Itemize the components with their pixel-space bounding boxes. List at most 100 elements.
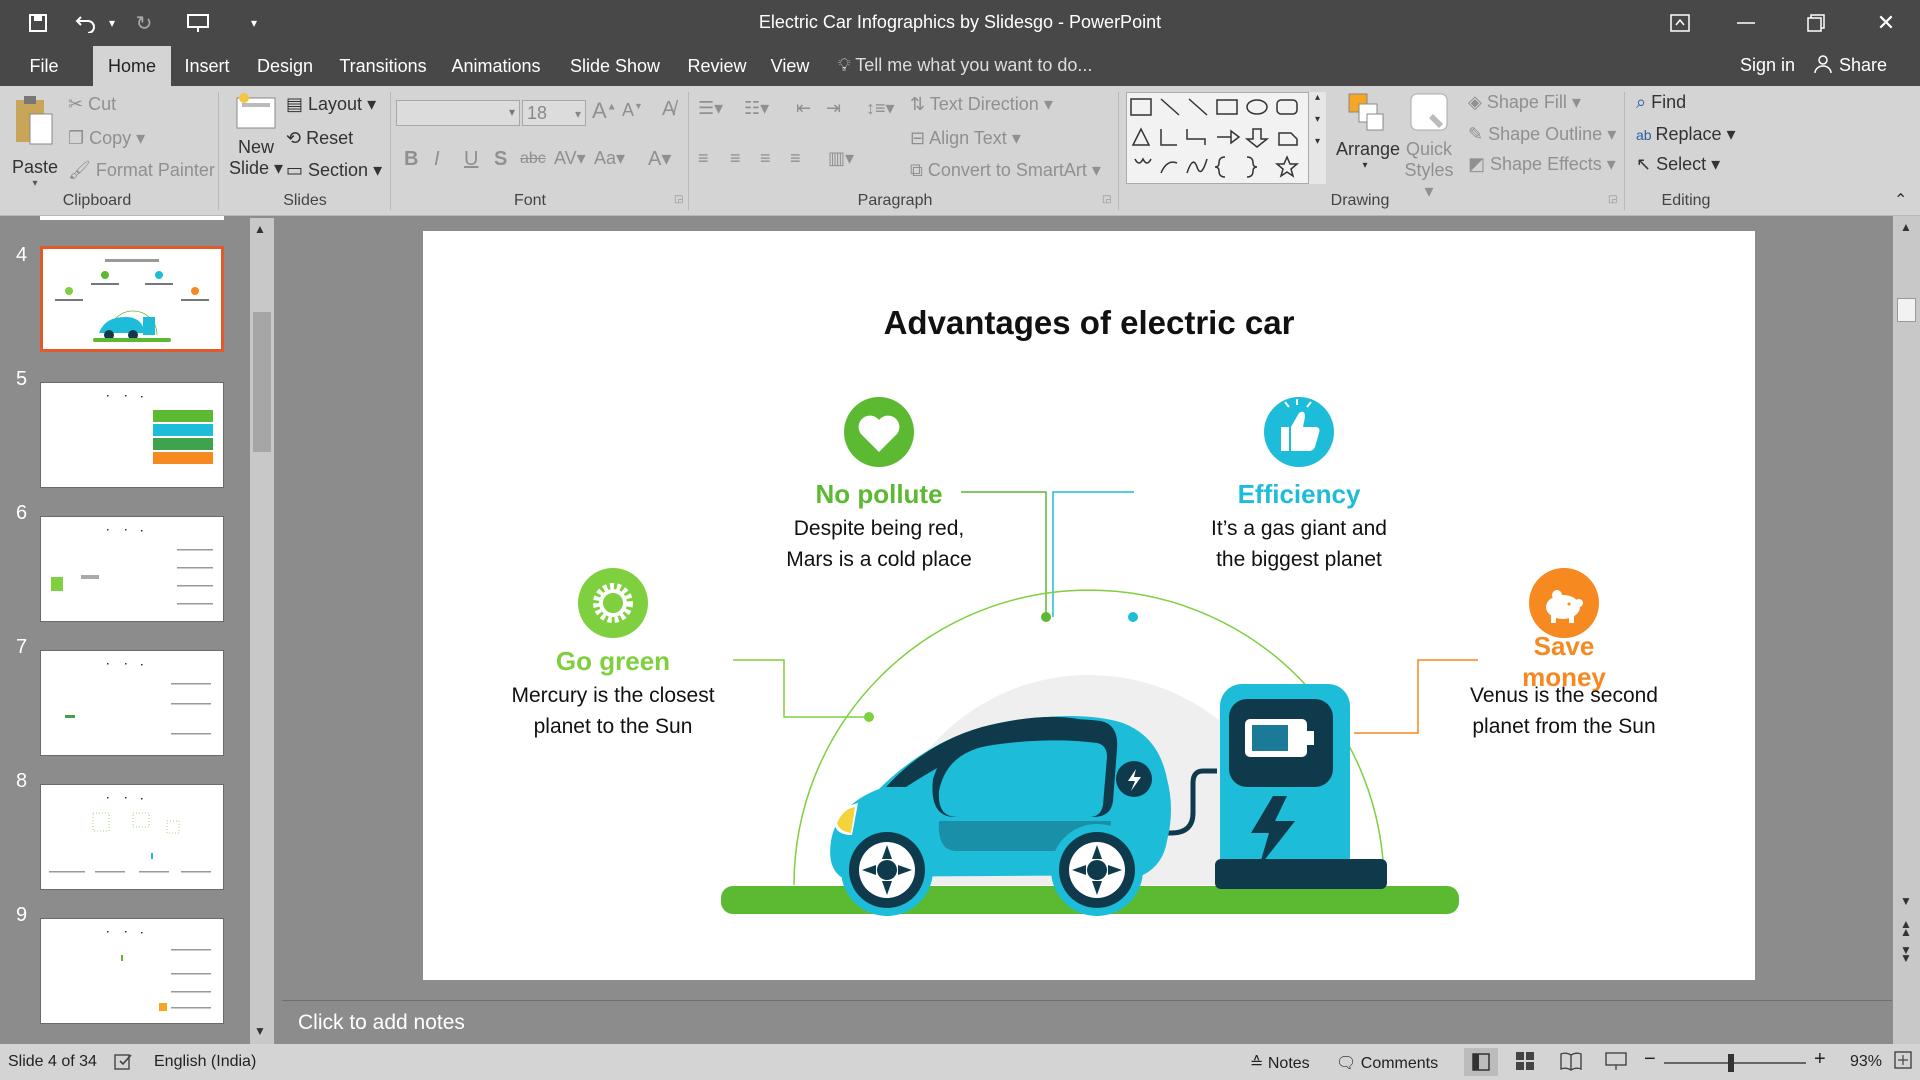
- underline-icon[interactable]: U: [464, 148, 478, 171]
- sign-in-link[interactable]: Sign in: [1740, 55, 1795, 76]
- item-heading[interactable]: Efficiency: [1109, 479, 1489, 510]
- align-right-icon[interactable]: ≡: [760, 148, 771, 169]
- scroll-up-icon[interactable]: ▲: [254, 222, 266, 236]
- collapse-ribbon-icon[interactable]: ⌃: [1894, 190, 1907, 210]
- align-center-icon[interactable]: ≡: [730, 148, 741, 169]
- section-button[interactable]: ▭ Section ▾: [286, 160, 382, 181]
- item-text[interactable]: Mercury is the closest: [423, 684, 803, 708]
- slide-thumbnail[interactable]: [40, 382, 224, 488]
- previous-slide-icon[interactable]: ▲ ▲: [1900, 918, 1912, 938]
- normal-view-button[interactable]: [1464, 1048, 1498, 1076]
- tab-insert[interactable]: Insert: [178, 46, 236, 86]
- select-button[interactable]: ↖ Select ▾: [1636, 154, 1720, 175]
- tab-home[interactable]: Home: [93, 46, 171, 86]
- item-text[interactable]: planet to the Sun: [423, 715, 803, 739]
- justify-icon[interactable]: ≡: [790, 148, 801, 169]
- clear-formatting-icon[interactable]: A̸: [662, 98, 675, 121]
- fit-slide-icon[interactable]: [1894, 1051, 1912, 1074]
- find-button[interactable]: ⌕ Find: [1636, 92, 1686, 113]
- item-text[interactable]: Mars is a cold place: [689, 548, 1069, 572]
- spelling-check-icon[interactable]: [114, 1053, 134, 1076]
- drawing-dialog-launcher-icon[interactable]: ◲: [1608, 194, 1617, 205]
- new-slide-button[interactable]: New Slide ▾: [228, 92, 284, 188]
- strikethrough-icon[interactable]: abc: [520, 150, 546, 168]
- reset-button[interactable]: ⟲ Reset: [286, 128, 353, 149]
- zoom-slider[interactable]: [1664, 1062, 1806, 1064]
- font-dialog-launcher-icon[interactable]: ◲: [674, 194, 683, 205]
- arrange-button[interactable]: Arrange ▾: [1336, 90, 1400, 190]
- grow-font-icon[interactable]: A▲: [592, 98, 617, 124]
- slide-thumbnail[interactable]: [40, 918, 224, 1024]
- slide-thumbnail[interactable]: [40, 784, 224, 890]
- restore-icon[interactable]: [1786, 0, 1846, 46]
- item-text[interactable]: Venus is the second: [1374, 684, 1754, 708]
- slide-thumbnail[interactable]: [40, 516, 224, 622]
- ribbon-display-icon[interactable]: [1650, 0, 1710, 46]
- scroll-up-icon[interactable]: ▲: [1900, 220, 1912, 234]
- notes-placeholder[interactable]: Click to add notes: [298, 1011, 465, 1035]
- slide-sorter-icon[interactable]: [1515, 1051, 1535, 1076]
- italic-icon[interactable]: I: [434, 148, 440, 171]
- format-painter-button[interactable]: 🖌︎ Format Painter: [68, 160, 215, 181]
- tab-slide-show[interactable]: Slide Show: [560, 46, 670, 86]
- notes-button[interactable]: ≙ Notes: [1250, 1053, 1310, 1073]
- line-spacing-icon[interactable]: ↕≡▾: [866, 98, 895, 119]
- tab-review[interactable]: Review: [684, 46, 750, 86]
- zoom-out-icon[interactable]: −: [1644, 1048, 1656, 1071]
- columns-icon[interactable]: ▥▾: [828, 148, 854, 169]
- tab-design[interactable]: Design: [250, 46, 320, 86]
- zoom-slider-thumb[interactable]: [1728, 1054, 1734, 1072]
- shapes-gallery-scroll[interactable]: ▴ ▾ ▾: [1308, 92, 1326, 184]
- share-button[interactable]: Share: [1814, 55, 1887, 76]
- align-left-icon[interactable]: ≡: [698, 148, 709, 169]
- item-text[interactable]: Despite being red,: [689, 517, 1069, 541]
- convert-smartart-button[interactable]: ⧉ Convert to SmartArt ▾: [910, 160, 1101, 181]
- shape-fill-button[interactable]: ◈ Shape Fill ▾: [1468, 92, 1581, 113]
- notes-pane[interactable]: Click to add notes: [282, 1000, 1892, 1044]
- font-size-box[interactable]: 18 ▾: [522, 100, 586, 126]
- align-text-button[interactable]: ⊟ Align Text ▾: [910, 128, 1021, 149]
- scroll-thumb[interactable]: [1897, 298, 1916, 322]
- language-indicator[interactable]: English (India): [154, 1053, 256, 1071]
- shrink-font-icon[interactable]: A▼: [622, 100, 643, 121]
- zoom-level[interactable]: 93%: [1850, 1053, 1882, 1071]
- item-heading[interactable]: Go green: [423, 646, 803, 677]
- next-slide-icon[interactable]: ▼ ▼: [1900, 944, 1912, 964]
- close-icon[interactable]: ✕: [1856, 0, 1916, 46]
- bold-icon[interactable]: B: [404, 148, 418, 171]
- shape-outline-button[interactable]: ✎ Shape Outline ▾: [1468, 124, 1616, 145]
- slideshow-view-icon[interactable]: [1605, 1051, 1627, 1076]
- item-text[interactable]: planet from the Sun: [1374, 715, 1754, 739]
- paste-button[interactable]: Paste ▾: [10, 92, 60, 189]
- minimize-icon[interactable]: [1716, 0, 1776, 46]
- increase-indent-icon[interactable]: ⇥: [826, 98, 841, 119]
- shapes-gallery[interactable]: [1126, 92, 1326, 184]
- quick-styles-button[interactable]: Quick Styles ▾: [1400, 90, 1458, 201]
- tab-animations[interactable]: Animations: [446, 46, 546, 86]
- decrease-indent-icon[interactable]: ⇤: [796, 98, 811, 119]
- replace-button[interactable]: ab Replace ▾: [1636, 124, 1736, 145]
- bullets-icon[interactable]: ☰▾: [698, 98, 723, 119]
- editor-scrollbar[interactable]: ▲ ▼ ▲ ▲ ▼ ▼: [1893, 216, 1920, 1044]
- font-color-icon[interactable]: A▾: [648, 146, 671, 171]
- scroll-down-icon[interactable]: ▼: [254, 1024, 266, 1038]
- tab-file[interactable]: File: [18, 46, 70, 86]
- item-text[interactable]: It’s a gas giant and: [1109, 517, 1489, 541]
- numbering-icon[interactable]: ☷▾: [744, 98, 769, 119]
- slide-thumbnail[interactable]: [40, 650, 224, 756]
- cut-button[interactable]: ✂︎ Cut: [68, 94, 116, 115]
- paragraph-dialog-launcher-icon[interactable]: ◲: [1102, 194, 1111, 205]
- item-text[interactable]: the biggest planet: [1109, 548, 1489, 572]
- font-name-box[interactable]: ▾: [396, 100, 520, 126]
- reading-view-icon[interactable]: [1560, 1051, 1582, 1076]
- zoom-in-icon[interactable]: +: [1814, 1048, 1826, 1071]
- tell-me-box[interactable]: 💡︎ Tell me what you want to do...: [838, 55, 1092, 76]
- item-heading[interactable]: Save: [1374, 631, 1754, 662]
- copy-button[interactable]: ❐ Copy ▾: [68, 128, 145, 149]
- shape-effects-button[interactable]: ◩ Shape Effects ▾: [1468, 154, 1616, 175]
- char-spacing-icon[interactable]: AV▾: [554, 148, 586, 169]
- slide-canvas[interactable]: Advantages of electric car No pollute De…: [423, 231, 1755, 980]
- scroll-down-icon[interactable]: ▼: [1900, 894, 1912, 908]
- change-case-icon[interactable]: Aa▾: [594, 148, 625, 169]
- tab-transitions[interactable]: Transitions: [334, 46, 432, 86]
